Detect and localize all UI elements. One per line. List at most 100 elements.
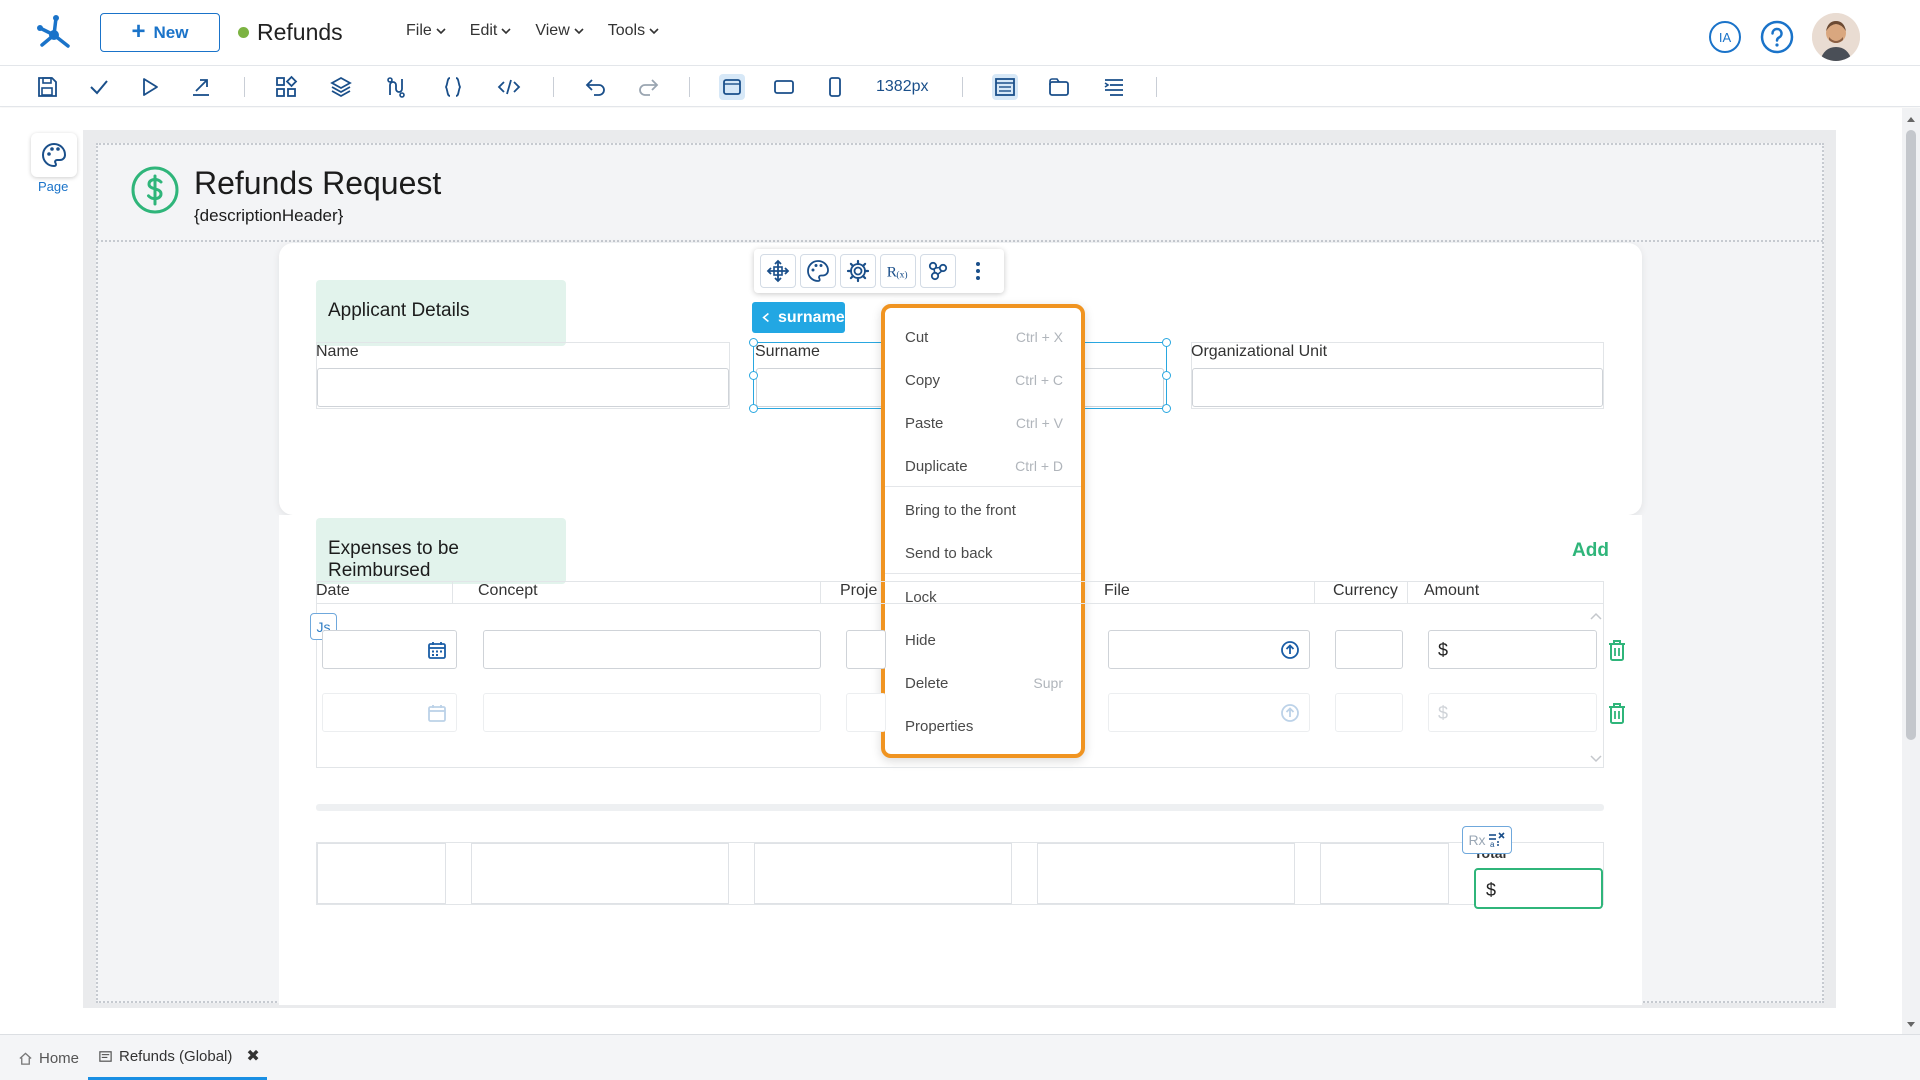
resize-handle[interactable]: [749, 371, 758, 380]
resize-handle[interactable]: [1162, 338, 1171, 347]
column-header-concept: Concept: [478, 582, 538, 599]
selected-field-tag[interactable]: surname: [752, 302, 845, 333]
menu-item-paste[interactable]: Paste Ctrl + V: [905, 410, 1063, 436]
org-unit-input[interactable]: [1192, 368, 1603, 407]
grid-header-line: [316, 603, 1604, 604]
resize-handle[interactable]: [1162, 371, 1171, 380]
resize-handle[interactable]: [1162, 404, 1171, 413]
amount-input[interactable]: [1428, 630, 1597, 669]
desktop-view-icon[interactable]: [719, 74, 745, 100]
braces-icon[interactable]: [441, 75, 465, 99]
grid-scroll-up[interactable]: [1590, 612, 1602, 620]
menu-view[interactable]: View: [535, 22, 584, 40]
layout-icon[interactable]: [992, 74, 1018, 100]
style-button[interactable]: [800, 254, 836, 288]
window-icon[interactable]: [1047, 75, 1071, 99]
add-expense-link[interactable]: Add: [1572, 540, 1609, 562]
tab-home-label: Home: [39, 1049, 80, 1067]
menu-item-cut[interactable]: Cut Ctrl + X: [905, 324, 1063, 350]
tab-refunds-global[interactable]: Refunds (Global) ✖: [88, 1035, 267, 1080]
new-button[interactable]: + New: [100, 13, 220, 52]
toolbar-divider: [689, 77, 690, 97]
column-header-project: Proje: [840, 582, 878, 599]
rules-button[interactable]: R (x): [880, 254, 916, 288]
rx-icon: R (x): [887, 264, 908, 281]
amount-input[interactable]: [1428, 693, 1597, 732]
more-options-button[interactable]: [960, 254, 996, 288]
events-button[interactable]: [920, 254, 956, 288]
org-unit-label: Organizational Unit: [1191, 343, 1328, 360]
layers-icon[interactable]: [329, 75, 353, 99]
save-icon[interactable]: [35, 75, 59, 99]
app-logo-icon[interactable]: [34, 12, 76, 54]
move-icon: [766, 259, 790, 283]
vertical-scrollbar[interactable]: [1902, 108, 1920, 1034]
user-avatar[interactable]: [1812, 13, 1860, 61]
variables-icon[interactable]: [384, 75, 408, 99]
name-input[interactable]: [317, 368, 729, 407]
svg-text:(x): (x): [896, 269, 907, 280]
code-icon[interactable]: [497, 75, 521, 99]
menu-file[interactable]: File: [406, 22, 446, 40]
page-label: Page: [38, 179, 69, 194]
calendar-icon[interactable]: [427, 703, 447, 723]
page-style-button[interactable]: [31, 133, 77, 177]
scroll-down-arrow-icon[interactable]: [1902, 1018, 1920, 1032]
export-icon[interactable]: [189, 75, 213, 99]
check-icon[interactable]: [87, 75, 111, 99]
chevron-up-icon: [1590, 612, 1602, 620]
scroll-thumb[interactable]: [1906, 130, 1916, 740]
menu-edit[interactable]: Edit: [470, 22, 512, 40]
events-icon: [928, 261, 948, 281]
home-icon: [19, 1051, 32, 1065]
total-cell: [1037, 843, 1295, 904]
resize-handle[interactable]: [749, 338, 758, 347]
currency-input[interactable]: [1335, 630, 1403, 669]
settings-button[interactable]: [840, 254, 876, 288]
mobile-view-icon[interactable]: [823, 75, 847, 99]
redo-icon[interactable]: [636, 75, 660, 99]
concept-input[interactable]: [483, 630, 821, 669]
ia-assistant-icon[interactable]: IA: [1708, 20, 1742, 54]
resize-handle[interactable]: [749, 404, 758, 413]
play-icon[interactable]: [138, 75, 162, 99]
menu-item-copy[interactable]: Copy Ctrl + C: [905, 367, 1063, 393]
currency-input[interactable]: [1335, 693, 1403, 732]
trash-icon[interactable]: [1606, 701, 1628, 725]
column-header-amount: Amount: [1424, 582, 1480, 599]
close-tab-icon[interactable]: ✖: [246, 1046, 259, 1066]
grid-column-divider: [1407, 581, 1408, 603]
menu-tools[interactable]: Tools: [608, 22, 659, 40]
toolbar-divider: [1156, 77, 1157, 97]
move-button[interactable]: [760, 254, 796, 288]
selected-field-name: surname: [778, 308, 845, 326]
scroll-up-arrow-icon[interactable]: [1902, 112, 1920, 126]
calendar-icon[interactable]: [427, 640, 447, 660]
svg-text:a: a: [1490, 840, 1495, 848]
align-icon[interactable]: [1102, 75, 1126, 99]
rx-formula-tag[interactable]: Rx a: [1462, 826, 1512, 854]
grid-scroll-down[interactable]: [1590, 755, 1602, 763]
canvas-width-readout[interactable]: 1382px: [876, 78, 929, 96]
total-amount-field[interactable]: $: [1474, 868, 1603, 909]
project-input[interactable]: [846, 630, 886, 669]
trash-icon[interactable]: [1606, 638, 1628, 662]
upload-icon[interactable]: [1280, 703, 1300, 723]
project-input[interactable]: [846, 693, 886, 732]
menu-item-bring-to-front[interactable]: Bring to the front: [905, 497, 1063, 523]
palette-icon: [807, 260, 829, 282]
tab-home[interactable]: Home: [12, 1035, 85, 1080]
components-icon[interactable]: [274, 75, 298, 99]
menu-item-send-to-back[interactable]: Send to back: [905, 540, 1063, 566]
menu-item-duplicate[interactable]: Duplicate Ctrl + D: [905, 453, 1063, 479]
plus-icon: +: [131, 17, 146, 45]
top-right-actions: IA: [1708, 13, 1860, 61]
total-currency-symbol: $: [1486, 880, 1497, 900]
total-cell: [471, 843, 729, 904]
concept-input[interactable]: [483, 693, 821, 732]
upload-icon[interactable]: [1280, 640, 1300, 660]
menu-bar: File Edit View Tools: [406, 22, 659, 40]
help-icon[interactable]: [1760, 20, 1794, 54]
tablet-view-icon[interactable]: [772, 75, 796, 99]
undo-icon[interactable]: [584, 75, 608, 99]
